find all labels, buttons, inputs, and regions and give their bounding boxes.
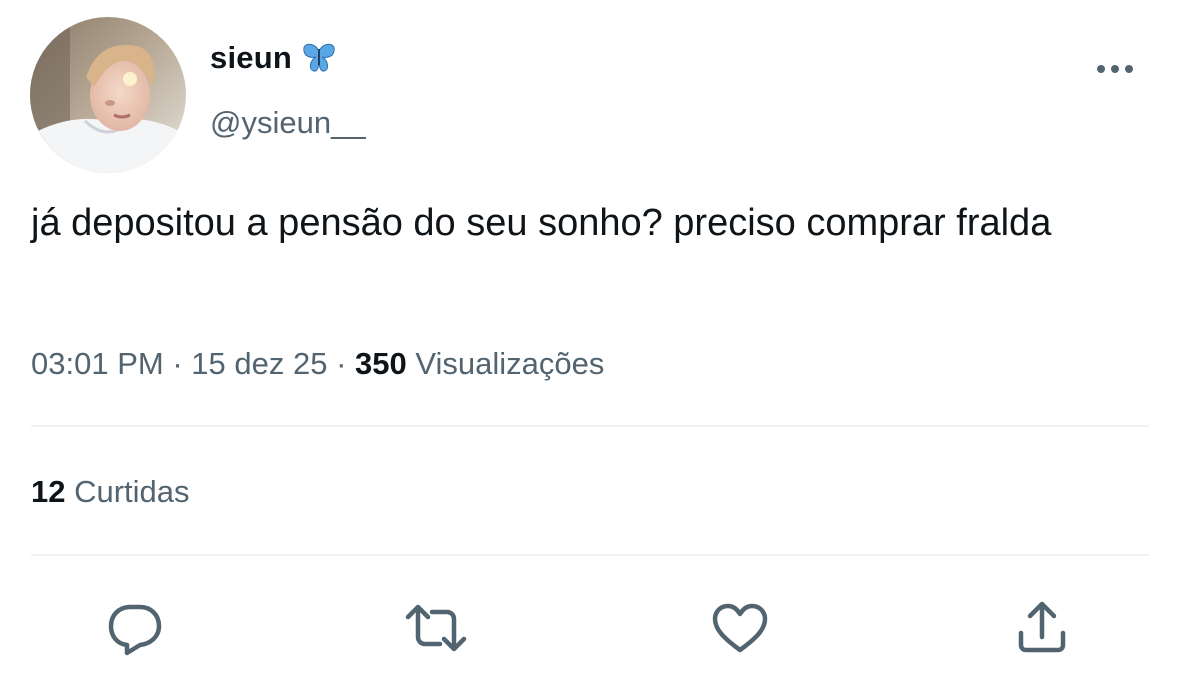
like-icon: [712, 603, 768, 653]
likes-count: 12: [31, 474, 66, 509]
avatar[interactable]: [30, 17, 186, 173]
butterfly-icon: [302, 43, 336, 73]
reply-icon: [108, 604, 162, 656]
tweet-meta: 03:01 PM · 15 dez 25 · 350 Visualizações: [31, 346, 604, 382]
tweet-card: sieun @ysieun__ já depositou a pensão do…: [0, 0, 1178, 695]
share-icon: [1018, 601, 1066, 653]
more-options-icon: [1097, 65, 1133, 73]
share-button[interactable]: [1010, 596, 1074, 660]
likes-label: Curtidas: [74, 474, 190, 509]
views-label: Visualizações: [415, 346, 605, 381]
author-display-name[interactable]: sieun: [210, 40, 292, 76]
meta-separator: ·: [336, 346, 347, 381]
divider: [31, 554, 1149, 556]
views-count: 350: [355, 346, 407, 381]
tweet-text: já depositou a pensão do seu sonho? prec…: [31, 202, 1052, 244]
retweet-icon: [405, 604, 467, 652]
tweet-time[interactable]: 03:01 PM: [31, 346, 164, 381]
meta-separator: ·: [172, 346, 183, 381]
retweet-button[interactable]: [404, 596, 468, 660]
more-options-button[interactable]: [1090, 52, 1140, 86]
reply-button[interactable]: [103, 596, 167, 660]
likes-stat[interactable]: 12 Curtidas: [31, 474, 190, 510]
profile-photo: [30, 17, 186, 173]
like-button[interactable]: [708, 596, 772, 660]
author-name-row: sieun: [210, 40, 336, 76]
author-handle[interactable]: @ysieun__: [210, 105, 366, 141]
tweet-date[interactable]: 15 dez 25: [191, 346, 327, 381]
divider: [31, 425, 1149, 427]
